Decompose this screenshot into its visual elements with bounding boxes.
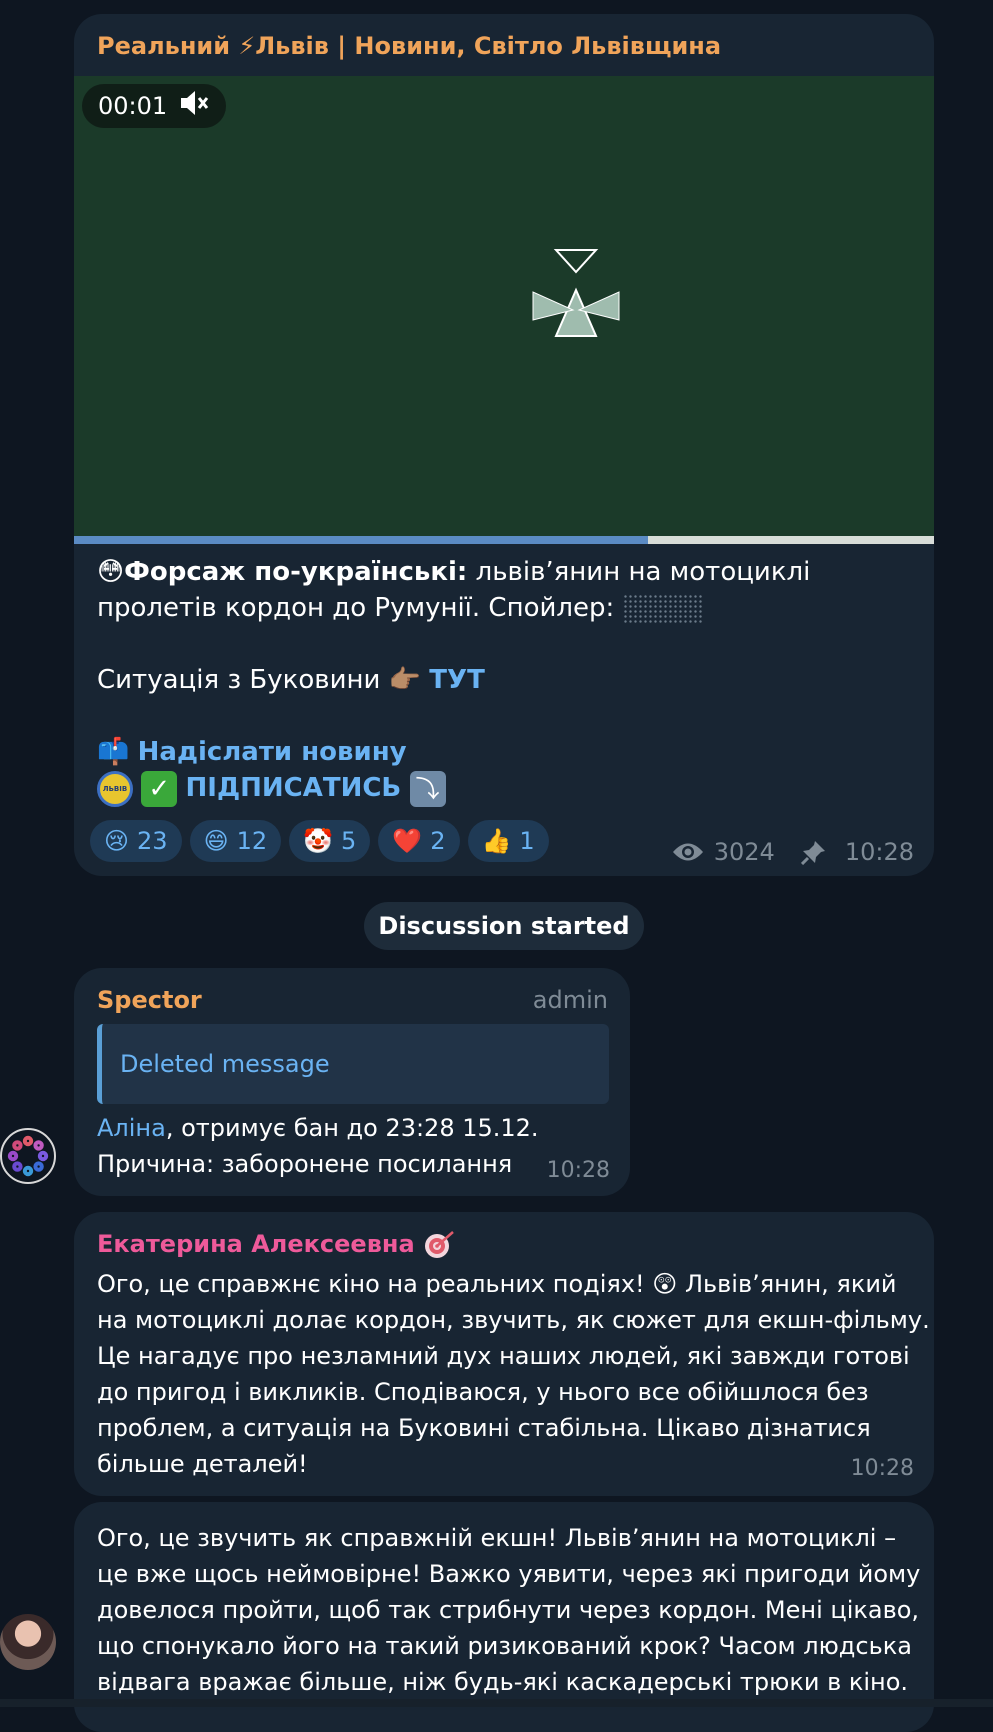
- message-line: довелося пройти, щоб так стрибнути через…: [97, 1596, 920, 1624]
- situation-line: Ситуація з Буковини 👉🏽 ТУТ: [97, 662, 917, 698]
- message-line: до пригод і викликів. Сподіваюся, у ньог…: [97, 1378, 869, 1406]
- reaction-count: 5: [341, 827, 357, 855]
- caption-bold-title: Форсаж по-українські:: [124, 557, 468, 587]
- grinning-emoji-icon: 😄: [203, 827, 229, 855]
- reaction-grinning[interactable]: 😄 12: [189, 820, 282, 862]
- video-frame-logo-icon: [532, 249, 620, 337]
- eye-icon: [672, 843, 703, 861]
- subscribe-link[interactable]: ПІДПИСАТИСЬ: [186, 773, 402, 803]
- subscribe-line: ЛЬВІВ ✓ ПІДПИСАТИСЬ ⤵: [97, 770, 917, 807]
- message-line: Ого, це звучить як справжній екшн! Львів…: [97, 1524, 897, 1552]
- reaction-count: 1: [519, 827, 535, 855]
- reaction-thumbs-up[interactable]: 👍 1: [467, 820, 549, 862]
- post-time: 10:28: [844, 838, 914, 866]
- message-time: 10:28: [850, 1456, 914, 1481]
- avatar[interactable]: [0, 1128, 56, 1184]
- video-time-badge: 00:01: [82, 84, 226, 128]
- channel-post: Реальний ⚡Львів | Новини, Світло Львівщи…: [74, 14, 934, 876]
- reaction-clown[interactable]: 🤡 5: [289, 820, 371, 862]
- message-line: що спонукало його на такий ризикований к…: [97, 1632, 912, 1660]
- message-line: , отримує бан до 23:28 15.12.: [165, 1114, 539, 1142]
- reaction-count: 23: [137, 827, 168, 855]
- admin-badge: admin: [532, 986, 608, 1014]
- message-bubble[interactable]: Spector admin Deleted message Аліна, отр…: [74, 968, 630, 1196]
- avatar[interactable]: [0, 1614, 56, 1670]
- message-bubble[interactable]: Ого, це звучить як справжній екшн! Львів…: [74, 1502, 934, 1732]
- clown-emoji-icon: 🤡: [303, 827, 334, 855]
- post-meta: 3024 10:28: [672, 838, 914, 866]
- reaction-count: 12: [236, 827, 268, 855]
- message-line: це вже щось неймовірне! Важко уявити, че…: [97, 1560, 921, 1588]
- reaction-count: 2: [430, 827, 446, 855]
- sender-name[interactable]: Spector: [97, 986, 202, 1014]
- video-timestamp: 00:01: [98, 92, 168, 120]
- arrow-down-icon: ⤵: [409, 770, 446, 807]
- send-news-link[interactable]: Надіслати новину: [138, 737, 407, 767]
- message-line: більше деталей!: [97, 1450, 308, 1478]
- flushed-emoji-icon: 😳: [97, 557, 125, 587]
- muted-speaker-icon[interactable]: [179, 89, 209, 123]
- video-progress-bar[interactable]: [74, 536, 934, 544]
- message-line: відвага вражає більше, ніж будь-які каск…: [97, 1668, 909, 1696]
- pin-icon: [800, 841, 825, 865]
- user-mention-link[interactable]: Аліна: [97, 1114, 166, 1142]
- video-player[interactable]: 00:01: [74, 76, 934, 544]
- views-count: 3024: [713, 838, 775, 866]
- message-line: на мотоциклі долає кордон, звучить, як с…: [97, 1306, 930, 1334]
- sender-name-text: Екатерина Алексеевна: [97, 1230, 415, 1258]
- bot-avatar-icon: [3, 1131, 53, 1181]
- dartboard-icon: [425, 1231, 454, 1258]
- situation-text: Ситуація з Буковини 👉🏽: [97, 665, 430, 695]
- post-caption: 😳Форсаж по-українські: львів’янин на мот…: [97, 554, 917, 807]
- sender-name[interactable]: Екатерина Алексеевна: [97, 1230, 457, 1260]
- situation-link[interactable]: ТУТ: [429, 665, 485, 695]
- video-progress-fill: [74, 536, 648, 544]
- message-line: Ого, це справжнє кіно на реальних подіях…: [97, 1270, 897, 1298]
- crying-emoji-icon: 😢: [104, 827, 130, 855]
- heart-emoji-icon: ❤️: [392, 827, 423, 855]
- discussion-started-label: Discussion started: [364, 902, 644, 950]
- message-line: Це нагадує про незламний дух наших людей…: [97, 1342, 910, 1370]
- check-mark-icon: ✓: [141, 770, 178, 807]
- lviv-badge-icon: ЛЬВІВ: [97, 770, 133, 807]
- send-news-line: 📫 Надіслати новину: [97, 734, 917, 770]
- bottom-edge: [0, 1699, 993, 1707]
- message-text: Аліна, отримує бан до 23:28 15.12. Причи…: [97, 1110, 539, 1182]
- reactions-bar: 😢 23 😄 12 🤡 5 ❤️ 2 👍 1: [90, 820, 549, 862]
- reaction-crying[interactable]: 😢 23: [90, 820, 182, 862]
- caption-line: 😳Форсаж по-українські: львів’янин на мот…: [97, 554, 917, 626]
- message-text: Ого, це справжнє кіно на реальних подіях…: [97, 1266, 930, 1482]
- message-text: Ого, це звучить як справжній екшн! Львів…: [97, 1520, 920, 1700]
- message-bubble[interactable]: Екатерина Алексеевна Ого, це справжнє кі…: [74, 1212, 934, 1496]
- channel-title[interactable]: Реальний ⚡Львів | Новини, Світло Львівщи…: [97, 32, 721, 60]
- reaction-heart[interactable]: ❤️ 2: [378, 820, 460, 862]
- thumbs-up-emoji-icon: 👍: [481, 827, 512, 855]
- message-line: Причина: заборонене посилання: [97, 1150, 513, 1178]
- mailbox-icon: 📫: [97, 737, 130, 767]
- message-line: проблем, а ситуація на Буковині стабільн…: [97, 1414, 871, 1442]
- spoiler-hidden-text[interactable]: [622, 593, 703, 624]
- message-time: 10:28: [546, 1158, 610, 1183]
- reply-quote[interactable]: Deleted message: [97, 1024, 609, 1104]
